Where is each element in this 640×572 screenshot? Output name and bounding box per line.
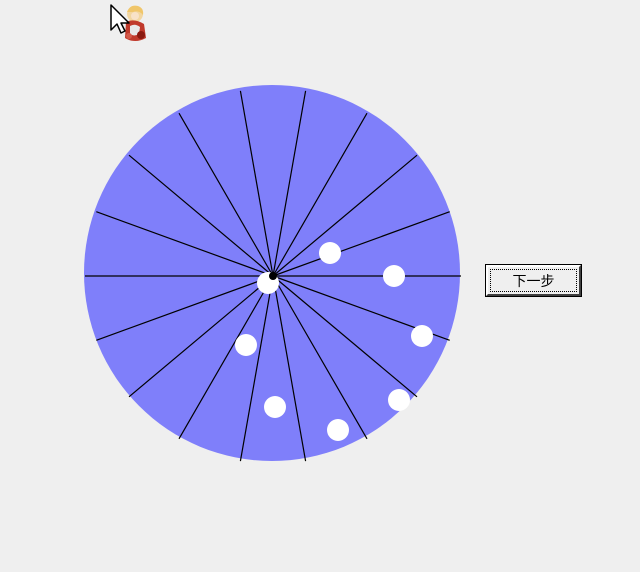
wheel-dot: [264, 396, 286, 418]
wheel-dot: [388, 389, 410, 411]
wheel-dot: [235, 334, 257, 356]
next-step-button[interactable]: 下一步: [485, 264, 582, 297]
wheel-hub: [269, 272, 277, 280]
wheel-dot: [383, 265, 405, 287]
next-step-button-label: 下一步: [490, 269, 577, 292]
wheel-dot: [327, 419, 349, 441]
wheel-dot: [319, 242, 341, 264]
wheel-dot: [411, 325, 433, 347]
app-window: 下一步: [0, 0, 640, 572]
